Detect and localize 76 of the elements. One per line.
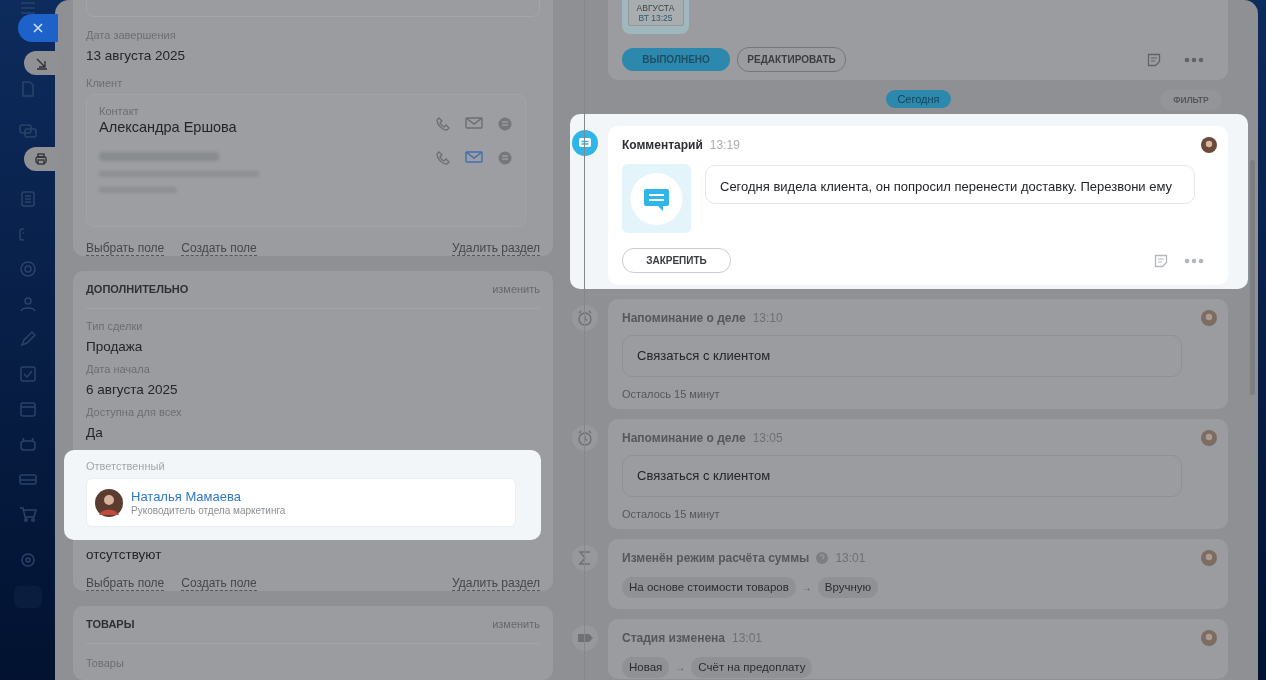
activity-time: 13:19 [709, 137, 740, 154]
date-pill: Сегодня [886, 90, 951, 108]
activity-title: Изменён режим расчёта суммы [622, 550, 810, 567]
close-button[interactable] [18, 14, 58, 42]
done-button[interactable]: ВЫПОЛНЕНО [622, 48, 730, 71]
note-icon[interactable] [1147, 52, 1161, 67]
time-left: Осталось 15 минут [622, 507, 721, 522]
print-button[interactable] [24, 147, 58, 171]
tag-icon [572, 625, 598, 651]
field-link[interactable]: Создать поле [181, 242, 257, 256]
avatar [1201, 137, 1217, 153]
field-link[interactable]: Выбрать поле [86, 577, 165, 591]
user-position: Руководитель отдела маркетинга [131, 503, 286, 517]
avatar [1201, 630, 1217, 646]
chat-icon[interactable] [497, 150, 513, 166]
field-value: 6 августа 2025 [86, 381, 179, 399]
mail-icon[interactable] [465, 116, 483, 130]
activity-title: Напоминание о деле [622, 430, 746, 447]
note-icon[interactable] [1154, 253, 1168, 268]
comment-text: Сегодня видела клиента, он попросил перенести доставку. Перезвони ему [705, 165, 1195, 204]
activity-title: Стадия изменена [622, 630, 725, 647]
activity-title: Комментарий [622, 137, 703, 154]
avatar [1201, 430, 1217, 446]
phone-icon[interactable] [435, 150, 451, 166]
help-icon[interactable] [816, 552, 829, 564]
delete-link[interactable]: Удалить раздел [452, 577, 540, 591]
chat-icon[interactable] [17, 121, 38, 141]
user-name[interactable]: Наталья Мамаева [131, 488, 286, 504]
reminder-text: Связаться с клиентом [622, 335, 1182, 377]
field-link[interactable]: Выбрать поле [86, 242, 165, 256]
section-title: ДОПОЛНИТЕЛЬНО [86, 282, 189, 298]
activity-title: Напоминание о деле [622, 310, 746, 327]
printer-icon [34, 152, 48, 166]
field-value: Продажа [86, 338, 144, 356]
avatar [1201, 310, 1217, 326]
field-value: Да [86, 424, 104, 442]
arrow-text: → [801, 581, 812, 596]
user-card[interactable]: Наталья Мамаева Руководитель отдела маркетинга [86, 478, 516, 527]
cart-icon[interactable] [17, 504, 38, 524]
time-left: Осталось 15 минут [622, 387, 721, 402]
field-value: отсутствуют [86, 546, 163, 564]
more-icon[interactable] [1184, 257, 1204, 264]
date-month: АВГУСТА [635, 3, 676, 13]
avatar [95, 488, 123, 517]
close-icon [32, 22, 44, 34]
value-chip: Новая [622, 657, 670, 679]
section-title: ТОВАРЫ [86, 617, 135, 633]
pin-button[interactable]: ЗАКРЕПИТЬ [622, 248, 731, 273]
alarm-clock-icon [572, 425, 598, 451]
mail-icon[interactable] [465, 150, 483, 164]
arrow-text: → [675, 661, 686, 676]
arrow-icon [34, 56, 48, 70]
value-chip: На основе стоимости товаров [622, 577, 796, 599]
checkbox-icon[interactable] [17, 364, 38, 384]
field-label: Ответственный [86, 460, 166, 473]
value-chip: Счёт на предоплату [691, 657, 813, 679]
date-time: ВТ 13:25 [637, 13, 674, 23]
users-icon[interactable] [17, 294, 38, 314]
contact-name[interactable]: Александра Ершова [99, 118, 435, 136]
reminder-text: Связаться с клиентом [622, 455, 1182, 497]
comment-thumbnail [622, 164, 691, 233]
phone-icon[interactable] [435, 116, 451, 132]
more-icon[interactable] [1184, 56, 1204, 63]
calendar-icon[interactable] [17, 399, 38, 419]
edit-button[interactable]: РЕДАКТИРОВАТЬ [737, 47, 846, 72]
target-icon[interactable] [17, 259, 38, 279]
sigma-icon [572, 545, 598, 571]
filter-button[interactable]: ФИЛЬТР [1160, 90, 1222, 110]
field-value: 13 августа 2025 [86, 47, 187, 65]
avatar [1201, 550, 1217, 566]
collapse-button[interactable] [24, 51, 58, 75]
value-chip: Вручную [817, 577, 879, 599]
delete-link[interactable]: Удалить раздел [452, 242, 540, 256]
alarm-clock-icon [572, 305, 598, 331]
field-link[interactable]: Создать поле [181, 577, 257, 591]
chat-icon[interactable] [497, 116, 513, 132]
